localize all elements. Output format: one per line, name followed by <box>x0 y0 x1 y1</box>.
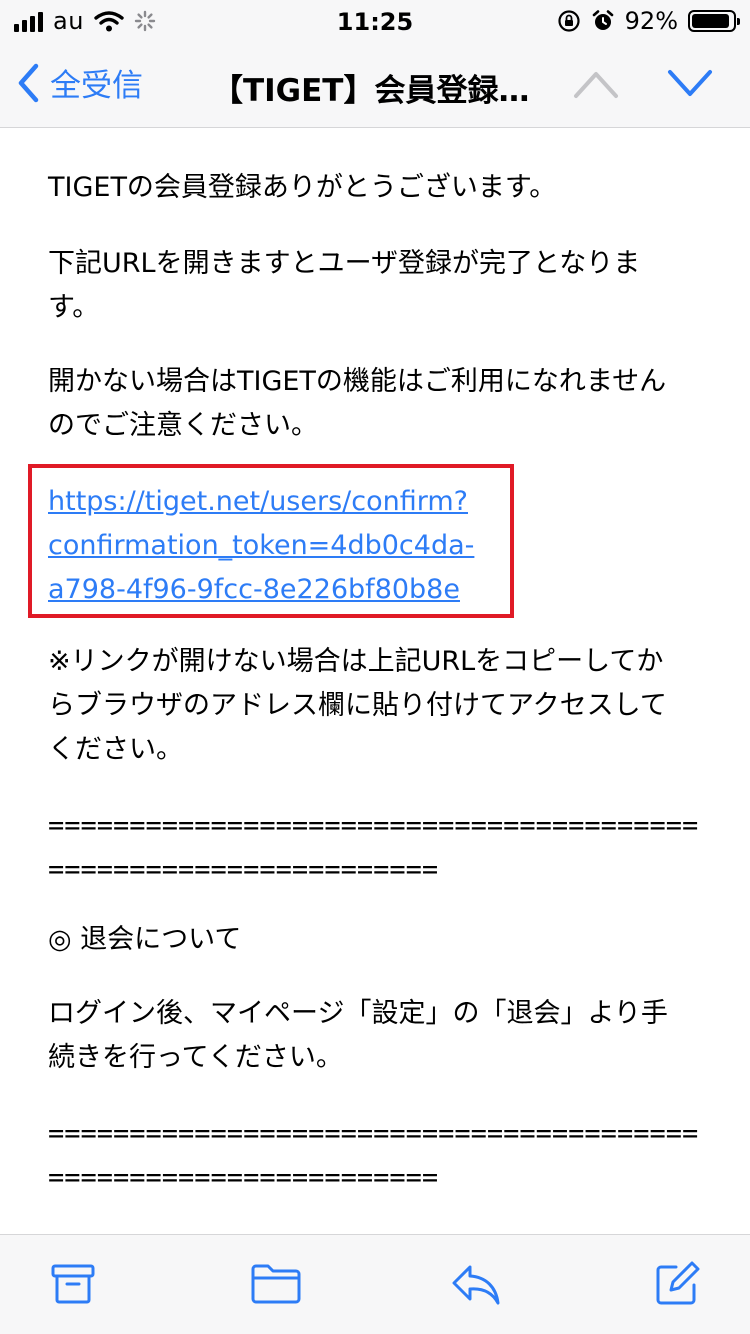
bottom-toolbar <box>0 1234 750 1334</box>
chevron-up-icon <box>574 72 618 98</box>
mail-subject-title: 【TIGET】会員登録あ… <box>212 73 552 109</box>
status-right: 92% <box>557 7 740 35</box>
compose-icon <box>656 1261 700 1305</box>
text-line: ください。 <box>48 734 183 765</box>
battery-fill <box>692 14 729 28</box>
paragraph-thanks: TIGETの会員登録ありがとうございます。 <box>48 166 708 210</box>
back-button[interactable]: 全受信 <box>16 60 143 105</box>
archive-button[interactable] <box>50 1261 96 1311</box>
withdraw-heading: ◎ 退会について <box>48 918 708 962</box>
separator-line: ======================================== <box>48 810 699 841</box>
compose-button[interactable] <box>652 1261 700 1313</box>
text-line: 続きを行ってください。 <box>48 1042 343 1073</box>
archive-icon <box>51 1264 95 1304</box>
navigation-bar: 全受信 【TIGET】会員登録あ… <box>0 42 750 128</box>
text-line: TIGETの会員登録ありがとうございます。 <box>48 172 557 203</box>
text-line: のでご注意ください。 <box>48 410 318 441</box>
reply-button[interactable] <box>450 1261 502 1311</box>
chevron-left-icon <box>18 63 39 102</box>
next-message-button[interactable] <box>666 68 714 104</box>
back-button-label: 全受信 <box>50 68 143 104</box>
alarm-icon <box>592 10 613 30</box>
separator-1: ========================================… <box>48 804 708 892</box>
battery-icon <box>688 10 740 32</box>
separator-line: ======================================== <box>48 1118 699 1149</box>
text-line: 下記URLを開きますとユーザ登録が完了となりま <box>48 248 641 279</box>
reply-icon <box>452 1265 500 1305</box>
separator-line: ======================== <box>48 1162 439 1193</box>
confirmation-link[interactable]: https://tiget.net/users/confirm? confirm… <box>48 480 508 612</box>
paragraph-withdraw: ログイン後、マイページ「設定」の「退会」より手 続きを行ってください。 <box>48 992 708 1080</box>
folder-icon <box>251 1264 301 1304</box>
text-line: ※リンクが開けない場合は上記URLをコピーしてか <box>48 646 664 677</box>
separator-2: ========================================… <box>48 1112 708 1200</box>
text-line: す。 <box>48 292 100 323</box>
orientation-lock-icon <box>558 10 580 32</box>
battery-percent: 92% <box>624 7 678 35</box>
previous-message-button[interactable] <box>572 68 620 104</box>
paragraph-instructions: 下記URLを開きますとユーザ登録が完了となりま す。 <box>48 242 708 330</box>
text-line: らブラウザのアドレス欄に貼り付けてアクセスして <box>48 690 667 721</box>
paragraph-note: ※リンクが開けない場合は上記URLをコピーしてか らブラウザのアドレス欄に貼り付… <box>48 640 708 772</box>
status-bar: au 11:25 92% <box>0 0 750 42</box>
paragraph-warning: 開かない場合はTIGETの機能はご利用になれません のでご注意ください。 <box>48 360 708 448</box>
link-line: https://tiget.net/users/confirm? <box>48 486 468 517</box>
text-line: ◎ 退会について <box>48 924 242 955</box>
text-line: 開かない場合はTIGETの機能はご利用になれません <box>48 366 667 397</box>
move-to-folder-button[interactable] <box>250 1261 302 1311</box>
text-line: ログイン後、マイページ「設定」の「退会」より手 <box>48 998 668 1029</box>
link-line: confirmation_token=4db0c4da- <box>48 530 475 561</box>
chevron-down-icon <box>668 70 712 96</box>
separator-line: ======================== <box>48 854 439 885</box>
link-line: a798-4f96-9fcc-8e226bf80b8e <box>48 574 460 605</box>
